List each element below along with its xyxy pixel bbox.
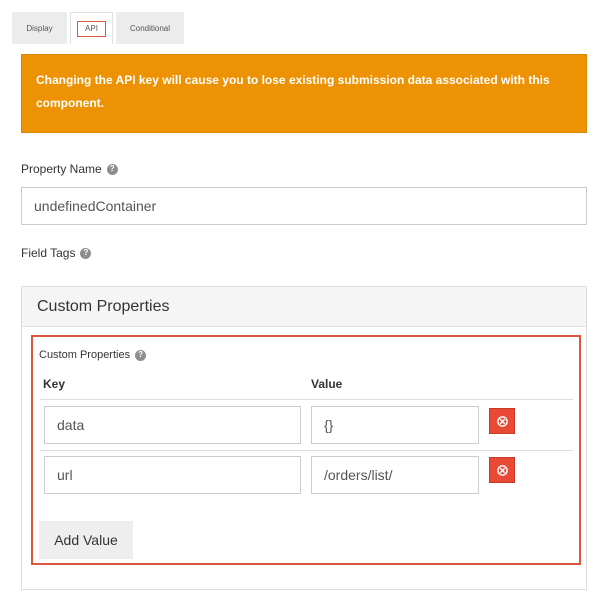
tab-conditional[interactable]: Conditional: [116, 12, 184, 44]
row-1-value-input[interactable]: {}: [311, 406, 479, 444]
row-1-remove-button[interactable]: [489, 408, 515, 434]
row-1-key-input[interactable]: data: [44, 406, 301, 444]
tab-bar: Display API Conditional: [12, 12, 187, 44]
field-tags-label-text: Field Tags: [21, 246, 76, 260]
datagrid-label-text: Custom Properties: [39, 349, 131, 361]
api-key-warning-alert: Changing the API key will cause you to l…: [21, 54, 587, 133]
field-tags-label: Field Tags ?: [21, 246, 92, 260]
column-header-key: Key: [43, 377, 66, 391]
column-header-value: Value: [311, 377, 343, 391]
tab-api[interactable]: API: [70, 12, 113, 44]
question-circle-icon[interactable]: ?: [135, 349, 147, 361]
datagrid-label: Custom Properties ?: [39, 349, 147, 361]
remove-circle-icon: [496, 415, 508, 427]
tab-display[interactable]: Display: [12, 12, 67, 44]
tab-api-label: API: [77, 20, 106, 37]
custom-properties-panel: Custom Properties Custom Properties ? Ke…: [21, 286, 587, 590]
property-name-label: Property Name ?: [21, 162, 118, 176]
header-divider: [40, 399, 573, 400]
row-divider: [40, 450, 573, 451]
row-2-key-input[interactable]: url: [44, 456, 301, 494]
row-2-remove-button[interactable]: [489, 457, 515, 483]
add-value-button[interactable]: Add Value: [39, 521, 133, 559]
remove-circle-icon: [496, 464, 508, 476]
property-name-label-text: Property Name: [21, 162, 102, 176]
row-2-value-input[interactable]: /orders/list/: [311, 456, 479, 494]
panel-title: Custom Properties: [22, 287, 586, 327]
question-circle-icon[interactable]: ?: [106, 163, 118, 175]
question-circle-icon[interactable]: ?: [80, 247, 92, 259]
custom-properties-datagrid: Custom Properties ? Key Value data {} ur…: [31, 335, 581, 565]
property-name-input[interactable]: undefinedContainer: [21, 187, 587, 225]
